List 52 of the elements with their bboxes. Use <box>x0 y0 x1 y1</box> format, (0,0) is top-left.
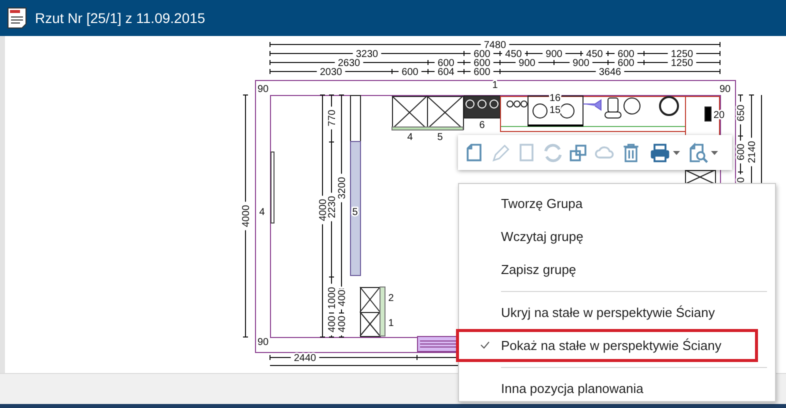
dimension-label: 600 <box>618 49 634 60</box>
dimension-label: 4000 <box>241 204 252 228</box>
dimension-label: 400 <box>337 316 348 332</box>
dimension-label: 2230 <box>327 196 338 218</box>
dimension-label: 600 <box>618 58 634 69</box>
dimension-label: 0 <box>736 177 747 183</box>
plan-label: 4 <box>259 207 265 218</box>
menu-item[interactable]: Inna pozycja planowania <box>456 372 758 405</box>
dimension-label: 600 <box>474 67 490 78</box>
menu-item[interactable]: Tworzę Grupa <box>456 187 758 220</box>
plan-label: 2 <box>388 293 394 304</box>
dimension-label: 1250 <box>670 58 694 69</box>
dimension-label: 900 <box>518 58 536 69</box>
dimension-label: 900 <box>546 49 562 60</box>
plan-label: 5 <box>437 132 443 143</box>
dimension-label: 2440 <box>294 353 316 364</box>
menu-item[interactable]: Wczytaj grupę <box>456 220 758 253</box>
dimension-label: 7480 <box>484 40 506 51</box>
dimension-label: 400 <box>327 316 338 332</box>
plan-label: 90 <box>257 84 269 95</box>
plan-label: 90 <box>719 84 731 95</box>
dimension-label: 450 <box>505 49 522 60</box>
dimension-label: 600 <box>438 58 454 69</box>
dimension-label: 1250 <box>670 49 694 60</box>
dimension-label: 600 <box>402 67 418 78</box>
dimension-label: 3646 <box>598 67 622 78</box>
dimension-label: 3200 <box>337 176 348 200</box>
dimension-label: 400 <box>337 290 348 306</box>
dimension-label: 600 <box>474 58 490 69</box>
dimension-label: 604 <box>438 67 454 78</box>
menu-item[interactable]: Zapisz grupę <box>456 253 758 286</box>
menu-item[interactable]: Pokaż na stałe w perspektywie Ściany <box>456 329 758 362</box>
dimension-label: 650 <box>736 104 747 122</box>
plan-label: 5 <box>352 207 358 218</box>
plan-label: 6 <box>479 120 485 131</box>
dimension-label: 4000 <box>318 198 329 222</box>
plan-label: 90 <box>257 337 269 348</box>
dimension-label: 1000 <box>327 286 338 310</box>
dimension-label: 770 <box>327 110 338 126</box>
plan-label: 1 <box>492 80 498 91</box>
dimension-label: 3230 <box>356 49 378 60</box>
dimension-label: 2030 <box>320 67 342 78</box>
dimension-label: 600 <box>736 144 747 160</box>
dimension-label: 600 <box>474 49 490 60</box>
dimension-label: 2140 <box>747 140 758 164</box>
menu-item[interactable]: Ukryj na stałe w perspektywie Ściany <box>456 296 758 329</box>
plan-label: 1 <box>388 318 394 329</box>
dimension-label: 900 <box>572 58 590 69</box>
dimension-label: 2630 <box>338 58 360 69</box>
window-title: Rzut Nr [25/1] z 11.09.2015 <box>35 10 206 26</box>
dimension-label: 450 <box>586 49 603 60</box>
plan-label: 4 <box>407 132 413 143</box>
